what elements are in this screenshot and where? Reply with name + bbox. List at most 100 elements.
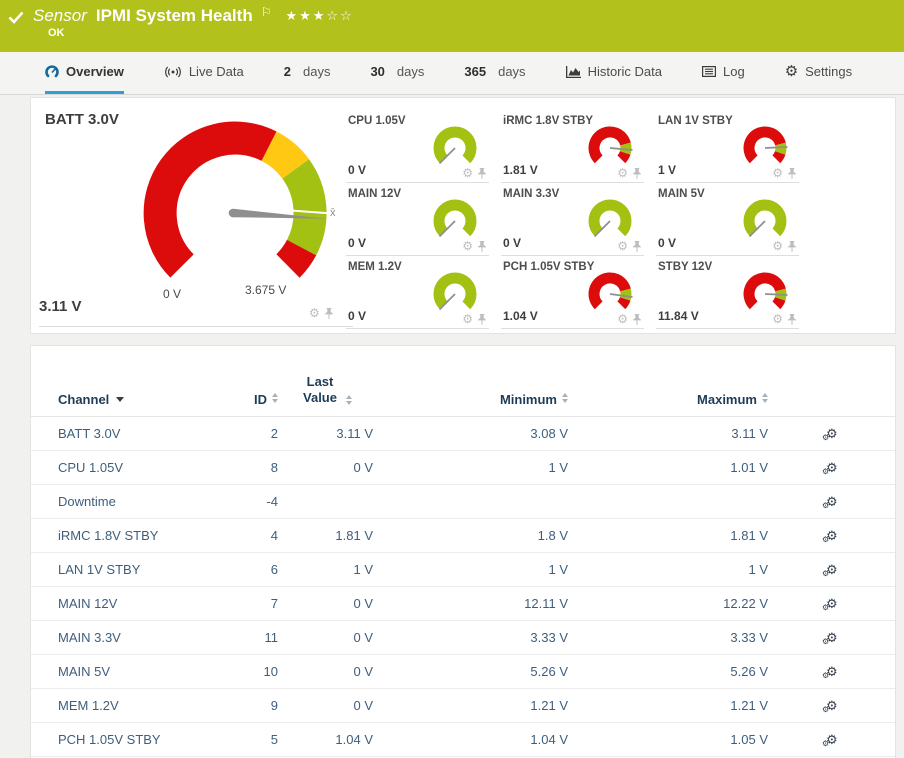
tab-365-days[interactable]: 365days	[464, 52, 525, 94]
gauge-label: iRMC 1.8V STBY	[503, 115, 593, 127]
gauge-value: 0 V	[348, 309, 366, 323]
tab-bar: Overview Live Data 2days 30days 365days …	[0, 52, 904, 95]
mini-gauge-red	[585, 122, 635, 172]
mini-gauge-green	[430, 122, 480, 172]
gauge-value: 0 V	[658, 236, 676, 250]
pin-icon[interactable]	[787, 314, 797, 325]
channel-settings-icon[interactable]: ⚙⚙	[826, 665, 838, 678]
gauge-tile-main-3-3v[interactable]: MAIN 3.3V 0 V ⚙	[501, 183, 644, 256]
table-row-batt-3-0v: BATT 3.0V 2 3.11 V 3.08 V 3.11 V ⚙⚙	[31, 417, 895, 451]
cell-maximum: 1.81 V	[568, 528, 768, 543]
cell-maximum: 1.01 V	[568, 460, 768, 475]
gauge-tile-mem-1-2v[interactable]: MEM 1.2V 0 V ⚙	[346, 256, 489, 329]
column-header-id[interactable]: ID	[218, 392, 278, 407]
gauge-tile-stby-12v[interactable]: STBY 12V 11.84 V ⚙	[656, 256, 799, 329]
cell-channel: LAN 1V STBY	[58, 562, 218, 577]
column-header-last-value[interactable]: Last Value	[278, 374, 373, 407]
gear-icon[interactable]: ⚙	[772, 167, 783, 179]
gear-icon[interactable]: ⚙	[462, 167, 473, 179]
gauge-value: 1.04 V	[503, 309, 538, 323]
log-icon	[702, 66, 716, 77]
mini-gauge-red	[740, 122, 790, 172]
channel-settings-icon[interactable]: ⚙⚙	[826, 461, 838, 474]
tab-historic-data[interactable]: Historic Data	[566, 52, 662, 94]
gear-icon[interactable]: ⚙	[309, 307, 320, 319]
tab-settings[interactable]: ⚙ Settings	[785, 52, 852, 94]
tab-label: Log	[723, 64, 745, 79]
tab-2-days[interactable]: 2days	[284, 52, 331, 94]
sort-icon	[762, 393, 768, 403]
channel-settings-icon[interactable]: ⚙⚙	[826, 427, 838, 440]
cell-maximum: 1.05 V	[568, 732, 768, 747]
cell-channel: MAIN 12V	[58, 596, 218, 611]
table-row-main-5v: MAIN 5V 10 0 V 5.26 V 5.26 V ⚙⚙	[31, 655, 895, 689]
channel-settings-icon[interactable]: ⚙⚙	[826, 495, 838, 508]
table-header: Channel ID Last Value Minimum Maximum	[31, 346, 895, 417]
gauge-label: PCH 1.05V STBY	[503, 261, 594, 273]
pin-icon[interactable]	[477, 241, 487, 252]
pin-icon[interactable]	[787, 241, 797, 252]
table-row-lan-1v-stby: LAN 1V STBY 6 1 V 1 V 1 V ⚙⚙	[31, 553, 895, 587]
cell-minimum: 3.08 V	[373, 426, 568, 441]
tab-label: days	[303, 64, 330, 79]
tab-label: Overview	[66, 64, 124, 79]
cell-maximum: 5.26 V	[568, 664, 768, 679]
gauge-label: MAIN 5V	[658, 188, 705, 200]
cell-id: -4	[218, 494, 278, 509]
tab-30-days[interactable]: 30days	[370, 52, 424, 94]
gauge-tile-cpu-1-05v[interactable]: CPU 1.05V 0 V ⚙	[346, 110, 489, 183]
flag-icon[interactable]: ⚐	[261, 6, 272, 18]
sensor-header: Sensor IPMI System Health ⚐ ★★★☆☆ OK	[0, 0, 904, 52]
column-header-minimum[interactable]: Minimum	[373, 392, 568, 407]
pin-icon[interactable]	[787, 168, 797, 179]
cell-maximum: 12.22 V	[568, 596, 768, 611]
channel-settings-icon[interactable]: ⚙⚙	[826, 699, 838, 712]
gear-icon[interactable]: ⚙	[617, 240, 628, 252]
gauge-label: MAIN 3.3V	[503, 188, 559, 200]
gear-icon[interactable]: ⚙	[617, 167, 628, 179]
tab-overview[interactable]: Overview	[45, 52, 124, 94]
gauge-scale-max: 3.675 V	[245, 283, 286, 297]
column-header-channel[interactable]: Channel	[58, 392, 218, 407]
tab-log[interactable]: Log	[702, 52, 745, 94]
gauge-tile-irmc-1-8v-stby[interactable]: iRMC 1.8V STBY 1.81 V ⚙	[501, 110, 644, 183]
gear-icon[interactable]: ⚙	[617, 313, 628, 325]
pin-icon[interactable]	[324, 308, 334, 319]
tab-live-data[interactable]: Live Data	[164, 52, 244, 94]
gauge-value: 0 V	[348, 236, 366, 250]
channel-settings-icon[interactable]: ⚙⚙	[826, 733, 838, 746]
channel-settings-icon[interactable]: ⚙⚙	[826, 529, 838, 542]
pin-icon[interactable]	[477, 168, 487, 179]
cell-id: 7	[218, 596, 278, 611]
cell-channel: iRMC 1.8V STBY	[58, 528, 218, 543]
gear-icon[interactable]: ⚙	[462, 240, 473, 252]
cell-channel: MEM 1.2V	[58, 698, 218, 713]
cell-channel: MAIN 3.3V	[58, 630, 218, 645]
table-row-irmc-1-8v-stby: iRMC 1.8V STBY 4 1.81 V 1.8 V 1.81 V ⚙⚙	[31, 519, 895, 553]
pin-icon[interactable]	[477, 314, 487, 325]
gauge-tile-main-12v[interactable]: MAIN 12V 0 V ⚙	[346, 183, 489, 256]
channel-settings-icon[interactable]: ⚙⚙	[826, 563, 838, 576]
mini-gauge-green	[585, 195, 635, 245]
column-header-maximum[interactable]: Maximum	[568, 392, 768, 407]
gauge-tile-main-5v[interactable]: MAIN 5V 0 V ⚙	[656, 183, 799, 256]
gear-icon[interactable]: ⚙	[772, 313, 783, 325]
channel-settings-icon[interactable]: ⚙⚙	[826, 597, 838, 610]
status-badge: OK	[48, 27, 65, 39]
cell-id: 4	[218, 528, 278, 543]
table-row-main-12v: MAIN 12V 7 0 V 12.11 V 12.22 V ⚙⚙	[31, 587, 895, 621]
cell-channel: Downtime	[58, 494, 218, 509]
gear-icon[interactable]: ⚙	[462, 313, 473, 325]
average-marker: x̄	[330, 207, 336, 219]
channel-settings-icon[interactable]: ⚙⚙	[826, 631, 838, 644]
pin-icon[interactable]	[632, 168, 642, 179]
gear-icon[interactable]: ⚙	[772, 240, 783, 252]
tab-label: days	[498, 64, 525, 79]
cell-id: 10	[218, 664, 278, 679]
gauge-tile-lan-1v-stby[interactable]: LAN 1V STBY 1 V ⚙	[656, 110, 799, 183]
pin-icon[interactable]	[632, 314, 642, 325]
cell-last-value: 3.11 V	[278, 426, 373, 441]
gauge-tile-pch-1-05v-stby[interactable]: PCH 1.05V STBY 1.04 V ⚙	[501, 256, 644, 329]
priority-stars[interactable]: ★★★☆☆	[285, 8, 353, 24]
pin-icon[interactable]	[632, 241, 642, 252]
